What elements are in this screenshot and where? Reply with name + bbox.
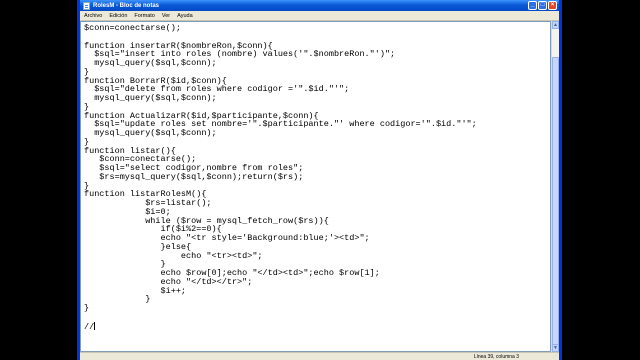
code-line: $conn=conectarse();: [84, 23, 181, 33]
code-line: }: [84, 303, 90, 313]
code-line: //: [84, 321, 95, 332]
scroll-down-arrow-icon[interactable]: ▼: [552, 344, 559, 352]
scroll-up-arrow-icon[interactable]: ▲: [552, 21, 559, 29]
status-bar: Línea 39, columna 3 ⋰: [80, 352, 559, 360]
notepad-icon: [83, 1, 90, 10]
resize-grip-icon[interactable]: ⋰: [553, 353, 558, 359]
window-title: RolesM - Bloc de notas: [93, 2, 160, 9]
menu-bar: Archivo Edición Formato Ver Ayuda: [80, 11, 559, 21]
code-line: mysql_query($sql,$conn);: [84, 58, 217, 68]
code-line: mysql_query($sql,$conn);: [84, 93, 217, 103]
menu-edicion[interactable]: Edición: [109, 13, 127, 19]
code-line: mysql_query($sql,$conn);: [84, 128, 217, 138]
minimize-button[interactable]: _: [528, 1, 537, 10]
maximize-button[interactable]: □: [538, 1, 547, 10]
menu-ver[interactable]: Ver: [162, 13, 170, 19]
notepad-window: RolesM - Bloc de notas _ □ × Archivo Edi…: [77, 0, 562, 360]
title-bar[interactable]: RolesM - Bloc de notas _ □ ×: [80, 0, 559, 11]
menu-ayuda[interactable]: Ayuda: [177, 13, 193, 19]
menu-formato[interactable]: Formato: [134, 13, 154, 19]
menu-archivo[interactable]: Archivo: [84, 13, 102, 19]
window-controls: _ □ ×: [528, 1, 557, 10]
close-button[interactable]: ×: [548, 1, 557, 10]
scroll-thumb[interactable]: [552, 57, 559, 346]
code-line: $rs=mysql_query($sql,$conn);return($rs);: [84, 171, 304, 182]
vertical-scrollbar[interactable]: ▲ ▼: [551, 21, 559, 352]
text-caret: [94, 321, 96, 330]
text-editor[interactable]: $conn=conectarse(); function insertarR($…: [80, 21, 551, 352]
code-line: }: [84, 294, 151, 305]
editor-content[interactable]: $conn=conectarse(); function insertarR($…: [81, 22, 550, 331]
cursor-position: Línea 39, columna 3: [473, 354, 519, 360]
